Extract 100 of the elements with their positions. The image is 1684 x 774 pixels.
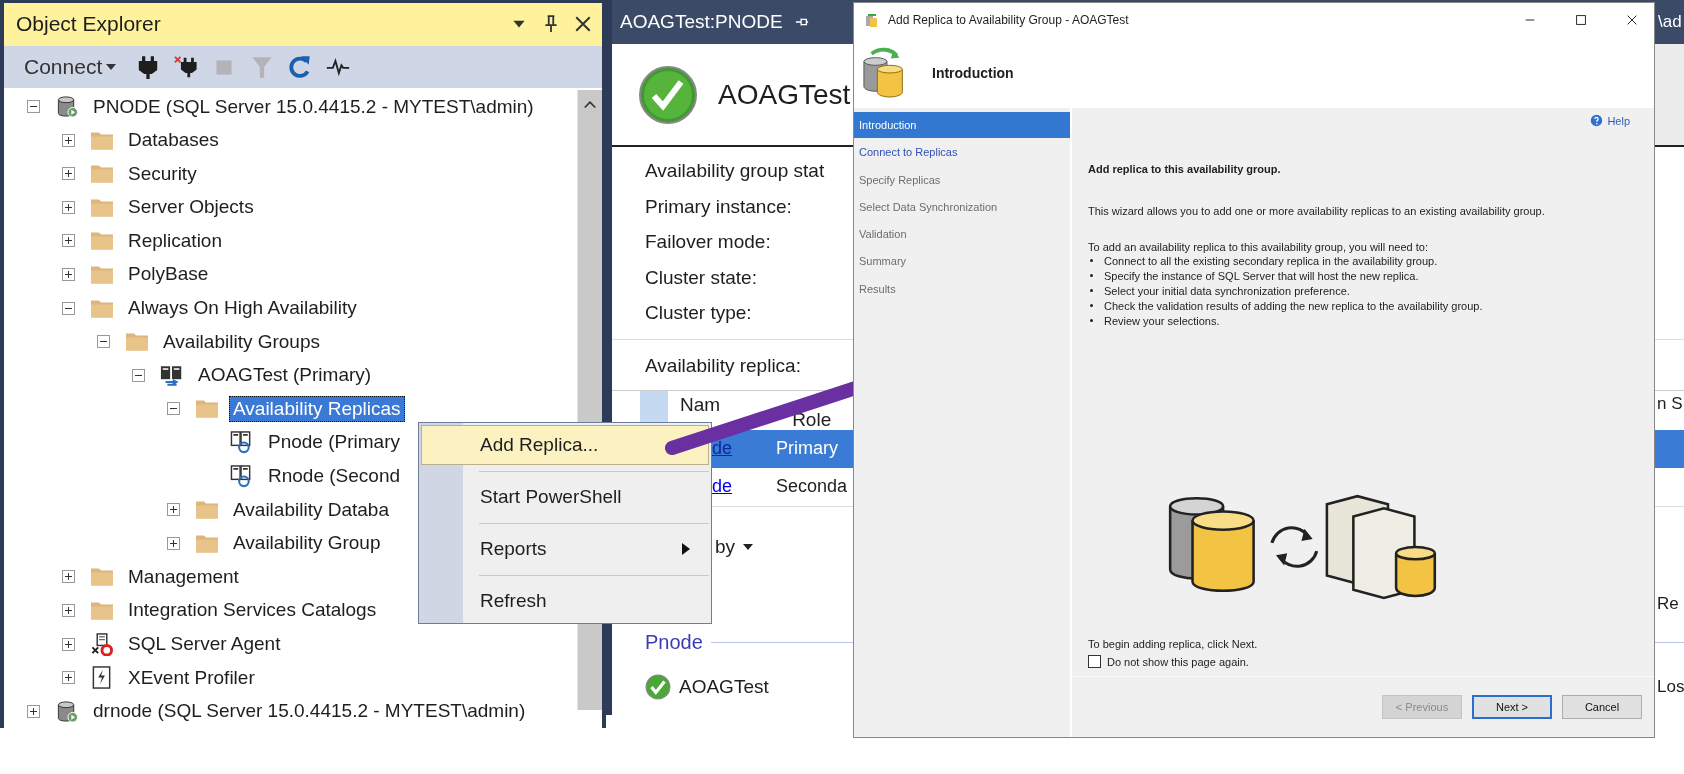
check-circle-icon (645, 673, 671, 700)
database-server-icon (55, 95, 79, 118)
close-icon[interactable] (574, 15, 592, 34)
step-text: Review your selections. (1104, 314, 1220, 327)
panel-title: Object Explorer (16, 12, 162, 37)
section-heading: Add replica to this availability group. (1088, 163, 1282, 175)
expand-toggle[interactable] (26, 100, 40, 113)
property-label: Availability group stat (645, 159, 825, 183)
expand-toggle[interactable] (166, 402, 180, 416)
wizard-step[interactable]: Connect to Replicas (854, 139, 1070, 166)
instructions-text: To add an availability replica to this availability group, you will need to: (1088, 241, 1429, 253)
description-text: This wizard allows you to add one or more availability replicas to an existing availability group. (1088, 205, 1546, 217)
agent-icon (90, 632, 114, 656)
tree-item[interactable]: Replication (124, 227, 226, 254)
expand-toggle[interactable] (61, 637, 75, 651)
menu-item[interactable]: Refresh (421, 581, 709, 621)
caret-icon (743, 543, 754, 550)
property-label: Failover mode: (645, 230, 771, 254)
step-text: Check the validation results of adding the new replica to the availability group. (1104, 299, 1483, 312)
tree-item[interactable]: Availability Group (229, 530, 385, 557)
tree-item[interactable]: Management (124, 563, 243, 590)
availability-group-name: AOAGTest (718, 78, 851, 111)
maximize-icon[interactable] (1574, 13, 1588, 27)
property-label: Primary instance: (645, 194, 792, 219)
menu-item[interactable]: Add Replica... (421, 425, 709, 465)
dialog-button[interactable]: Next > (1472, 695, 1552, 719)
refresh-icon[interactable] (288, 53, 313, 80)
bullet-icon (1090, 319, 1093, 322)
check-circle-icon (638, 64, 698, 125)
expand-toggle[interactable] (166, 536, 180, 550)
expand-toggle[interactable] (61, 301, 75, 315)
wizard-step[interactable]: Results (854, 275, 1070, 302)
column-header[interactable]: Nam (680, 394, 721, 414)
property-label: Cluster state: (645, 265, 757, 290)
wizard-step[interactable]: Summary (854, 248, 1070, 275)
tree-item[interactable]: XEvent Profiler (124, 664, 259, 691)
expand-toggle[interactable] (61, 268, 75, 281)
expand-toggle[interactable] (61, 200, 75, 214)
property-label: Cluster type: (645, 301, 752, 325)
table-cell: Primary (776, 438, 838, 459)
caret-icon (106, 63, 117, 70)
tree-item[interactable]: Availability Groups (159, 328, 324, 355)
tree-item[interactable]: Server Objects (124, 194, 258, 221)
expand-toggle[interactable] (61, 133, 75, 147)
menu-item[interactable]: Reports (421, 529, 709, 569)
column-header[interactable]: n S (1657, 394, 1684, 412)
document-title: \ad (1658, 12, 1683, 32)
group-by-dropdown[interactable]: by (715, 535, 754, 558)
expand-toggle[interactable] (166, 503, 180, 517)
tree-item[interactable]: Security (124, 160, 201, 187)
tree-item[interactable]: AOAGTest (Primary) (194, 362, 376, 389)
bullet-icon (1090, 259, 1093, 262)
tree-item[interactable]: Always On High Availability (124, 295, 361, 322)
tree-item[interactable]: Rnode (Second (264, 463, 405, 490)
expand-toggle[interactable] (61, 671, 75, 685)
wizard-step[interactable]: Select Data Synchronization (854, 193, 1070, 220)
dialog-button[interactable]: Cancel (1562, 695, 1642, 719)
page-title: Introduction (932, 64, 1014, 81)
document-tab[interactable]: AOAGTest:PNODE (620, 11, 783, 33)
step-text: Connect to all the existing secondary replica in the availability group. (1104, 254, 1438, 267)
expand-toggle[interactable] (61, 234, 75, 248)
tree-item[interactable]: Availability Replicas (229, 395, 405, 422)
checkbox-label: Do not show this page again. (1107, 655, 1249, 668)
expand-toggle[interactable] (61, 570, 75, 584)
bullet-icon (1090, 304, 1093, 307)
tree-item[interactable]: Integration Services Catalogs (124, 597, 381, 624)
expand-toggle[interactable] (96, 335, 110, 349)
tree-item[interactable]: Databases (124, 127, 223, 154)
step-text: Specify the instance of SQL Server that will host the new replica. (1104, 269, 1419, 282)
tree-item[interactable]: SQL Server Agent (124, 631, 285, 657)
connect-button[interactable]: Connect (22, 52, 119, 81)
pin-icon[interactable] (542, 15, 560, 34)
step-text: Select your initial data synchronization preference. (1104, 284, 1350, 297)
disconnect-icon[interactable] (174, 53, 199, 80)
section-label: Availability replica: (645, 353, 801, 378)
group-item: AOAGTest (679, 675, 769, 698)
tree-item[interactable]: Availability Databa (229, 496, 393, 523)
tree-item[interactable]: drnode (SQL Server 15.0.4415.2 - MYTEST\admin) (89, 698, 530, 725)
close-icon[interactable] (1625, 13, 1639, 27)
database-server-icon (55, 699, 79, 723)
expand-toggle[interactable] (26, 704, 40, 718)
expand-toggle[interactable] (61, 167, 75, 181)
wizard-step[interactable]: Specify Replicas (854, 166, 1070, 193)
wizard-step[interactable]: Validation (854, 221, 1070, 248)
menu-item[interactable]: Start PowerShell (421, 477, 709, 517)
expand-toggle[interactable] (131, 368, 145, 382)
bullet-icon (1090, 274, 1093, 277)
window-title: Add Replica to Availability Group - AOAGTest (888, 13, 1129, 27)
tree-item[interactable]: Pnode (Primary (264, 429, 404, 456)
tree-item[interactable]: PNODE (SQL Server 15.0.4415.2 - MYTEST\admin) (89, 93, 538, 120)
tree-item[interactable]: PolyBase (124, 261, 213, 288)
checkbox[interactable] (1088, 655, 1101, 668)
wizard-step[interactable]: Introduction (854, 112, 1070, 138)
server-pair-icon (160, 363, 184, 387)
expand-toggle[interactable] (61, 603, 75, 617)
column-header[interactable]: Role (792, 409, 832, 429)
help-link[interactable]: Help (1590, 114, 1630, 127)
label-text: Los (1657, 676, 1684, 697)
help-icon (1590, 114, 1604, 127)
label-text: Re (1657, 593, 1680, 614)
